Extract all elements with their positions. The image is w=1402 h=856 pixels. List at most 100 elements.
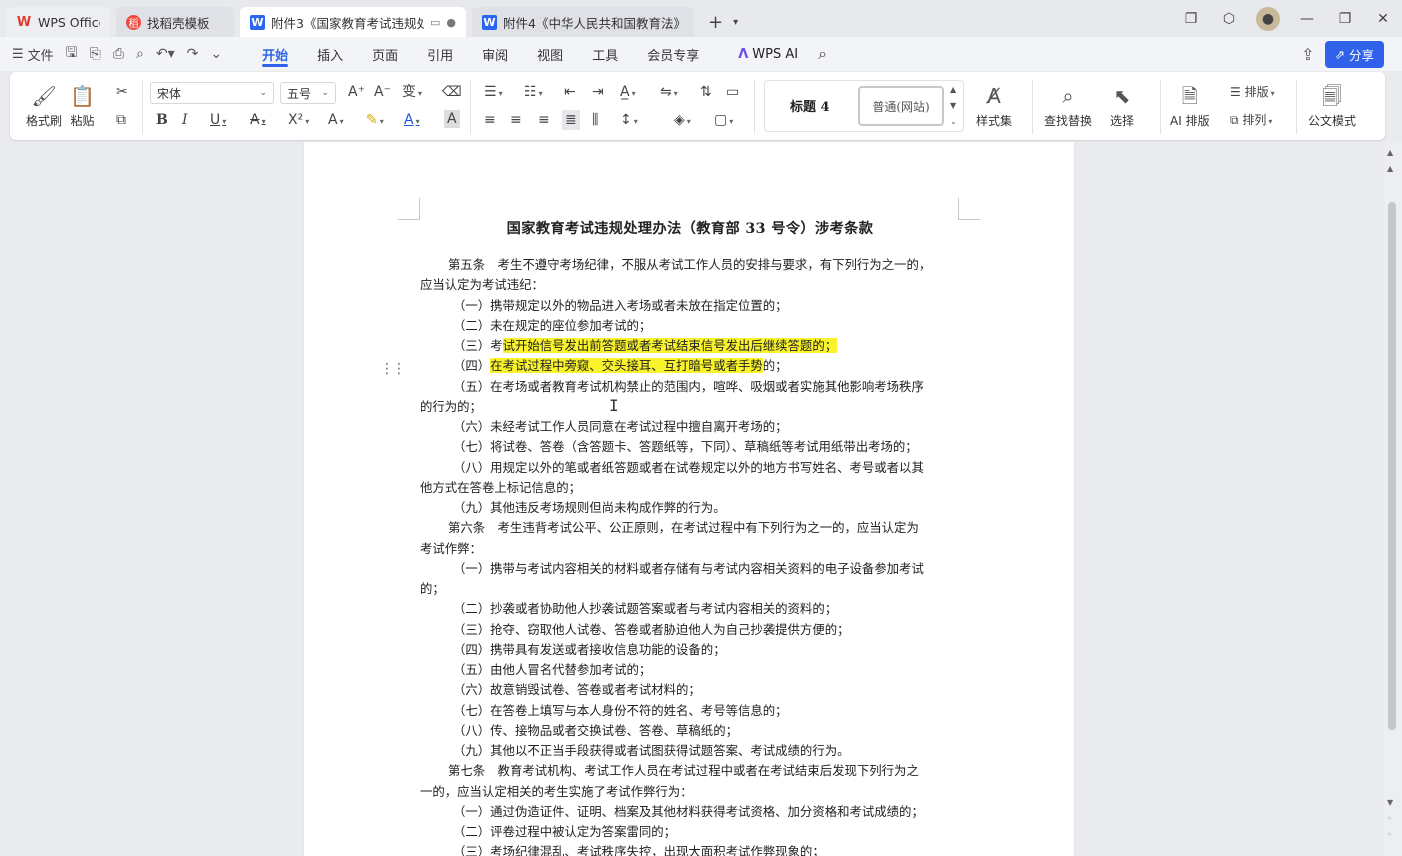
align-right-icon[interactable]: ≡ xyxy=(538,110,550,130)
highlight-icon[interactable]: ✎ ▾ xyxy=(366,110,384,130)
decrease-indent-icon[interactable]: ⇤ xyxy=(564,82,576,102)
arrange-button[interactable]: ⧉ 排列 ▾ xyxy=(1230,110,1272,130)
shrink-font-icon[interactable]: A⁻ xyxy=(374,82,391,102)
vertical-scrollbar[interactable]: ▲ ▲ ▼ ◦ ◦ xyxy=(1384,142,1402,856)
tab-home[interactable]: 开始 xyxy=(262,37,289,71)
tab-references[interactable]: 引用 xyxy=(427,37,453,71)
wps-logo-icon: W xyxy=(16,14,32,30)
format-painter-button[interactable]: 🖌 格式刷 xyxy=(26,84,62,129)
scrollbar-thumb[interactable] xyxy=(1388,202,1396,730)
text-direction-icon[interactable]: A̲ ▾ xyxy=(620,82,636,102)
superscript-icon[interactable]: X² ▾ xyxy=(288,110,309,130)
distribute-icon[interactable]: ⫼ xyxy=(592,110,598,130)
tab-page[interactable]: 页面 xyxy=(372,37,398,71)
new-tab-plus-icon[interactable]: + xyxy=(708,12,723,33)
bold-icon[interactable]: B xyxy=(156,110,168,130)
tab-doc-active[interactable]: W 附件3《国家教育考试违规处 ▭ ● xyxy=(240,7,466,37)
cut-icon[interactable]: ✂ xyxy=(116,82,128,102)
border-icon[interactable]: ▢ ▾ xyxy=(714,110,733,130)
strikethrough-icon[interactable]: A ▾ xyxy=(250,110,266,130)
document-body[interactable]: 国家教育考试违规处理办法（教育部 33 号令）涉考条款 第五条 考生不遵守考场纪… xyxy=(420,218,960,856)
copy-icon[interactable]: ⧉ xyxy=(116,110,126,130)
tab-review[interactable]: 审阅 xyxy=(482,37,508,71)
style-heading4[interactable]: 标题 4 xyxy=(790,96,830,115)
document-line: （一）通过伪造证件、证明、档案及其他材料获得考试资格、加分资格和考试成绩的； xyxy=(453,803,924,819)
page-prev-icon[interactable]: ◦ xyxy=(1387,814,1392,823)
redo-icon[interactable]: ↷ xyxy=(187,46,199,62)
official-doc-mode-button[interactable]: 🗐 公文模式 xyxy=(1308,84,1356,129)
wps-ai-button[interactable]: Λ WPS AI xyxy=(738,47,798,62)
phonetic-guide-icon[interactable]: 变 ▾ xyxy=(402,82,422,102)
shading-icon[interactable]: ◈ ▾ xyxy=(674,110,691,130)
tab-insert[interactable]: 插入 xyxy=(317,37,343,71)
save-icon[interactable]: 🖫 xyxy=(66,42,78,66)
avatar[interactable]: ● xyxy=(1256,6,1280,31)
share-button[interactable]: ⇗ 分享 xyxy=(1324,41,1384,68)
chevron-down-icon[interactable]: ⌄ xyxy=(210,46,222,62)
export-icon[interactable]: ⎘ xyxy=(90,46,101,62)
align-center-icon[interactable]: ≡ xyxy=(510,110,522,130)
font-size-select[interactable]: 五号 ⌄ xyxy=(280,82,336,104)
grow-font-icon[interactable]: A⁺ xyxy=(348,82,365,102)
line-break-icon[interactable]: ⇋ ▾ xyxy=(660,82,678,102)
document-page[interactable]: 国家教育考试违规处理办法（教育部 33 号令）涉考条款 第五条 考生不遵守考场纪… xyxy=(304,142,1074,856)
bullet-list-icon[interactable]: ☰ ▾ xyxy=(484,82,503,102)
search-icon[interactable]: ⌕ xyxy=(818,44,827,64)
chevron-down-icon: ⌄ xyxy=(259,88,267,98)
numbered-list-icon[interactable]: ☷ ▾ xyxy=(524,82,543,102)
align-left-icon[interactable]: ≡ xyxy=(484,110,496,130)
underline-icon[interactable]: U ▾ xyxy=(210,110,226,130)
document-line: 第五条 考生不遵守考场纪律，不服从考试工作人员的安排与要求，有下列行为之一的， xyxy=(448,257,932,272)
clear-format-icon[interactable]: ⌫ xyxy=(442,82,462,102)
document-line: （四）在考试过程中旁窥、交头接耳、互打暗号或者手势的； xyxy=(420,356,960,376)
sort-icon[interactable]: ⇅ xyxy=(700,82,712,102)
justify-icon[interactable]: ≣ xyxy=(562,110,580,130)
restore-icon[interactable]: ❐ xyxy=(1326,11,1364,27)
style-set-button[interactable]: A̸ 样式集 xyxy=(976,84,1012,129)
chevron-down-icon[interactable]: ▾ xyxy=(733,17,738,28)
style-set-icon: A̸ xyxy=(987,84,1001,108)
tab-tools[interactable]: 工具 xyxy=(592,37,618,71)
tab-template[interactable]: 稻 找稻壳模板 xyxy=(116,7,234,37)
select-label: 选择 xyxy=(1110,114,1135,128)
text-effect-icon[interactable]: A ▾ xyxy=(328,110,344,130)
file-menu[interactable]: ☰ 文件 xyxy=(12,45,54,64)
tab-doc-4[interactable]: W 附件4《中华人民共和国教育法》涉 xyxy=(472,7,694,37)
template-icon: 稻 xyxy=(126,14,141,30)
paste-button[interactable]: 📋 粘贴 xyxy=(70,84,95,129)
tab-view[interactable]: 视图 xyxy=(537,37,563,71)
undo-icon[interactable]: ↶▾ xyxy=(156,46,175,62)
scroll-up-icon[interactable]: ▲ xyxy=(1387,164,1393,173)
cube-icon[interactable]: ⬡ xyxy=(1210,11,1248,27)
print-preview-icon[interactable]: ⌕ xyxy=(136,46,144,62)
font-color-icon[interactable]: A ▾ xyxy=(404,110,420,130)
paragraph-drag-handle-icon[interactable]: ⋮⋮ xyxy=(380,362,406,376)
cloud-upload-icon[interactable]: ⇪ xyxy=(1301,45,1314,64)
layout-button[interactable]: ☰ 排版 ▾ xyxy=(1230,82,1275,102)
unsaved-dot-icon[interactable]: ● xyxy=(446,16,456,29)
chevron-down-icon[interactable]: ▼ xyxy=(950,98,957,114)
style-normal[interactable]: 普通(网站) xyxy=(858,86,944,126)
tab-wps-office[interactable]: W WPS Office xyxy=(6,7,110,37)
page-next-icon[interactable]: ◦ xyxy=(1387,830,1392,839)
expand-icon[interactable]: ⌄ xyxy=(950,114,957,130)
char-shading-icon[interactable]: A xyxy=(444,110,460,128)
increase-indent-icon[interactable]: ⇥ xyxy=(592,82,604,102)
scroll-down-icon[interactable]: ▼ xyxy=(1387,798,1393,807)
close-icon[interactable]: ✕ xyxy=(1364,11,1402,27)
font-name-select[interactable]: 宋体 ⌄ xyxy=(150,82,274,104)
ai-layout-button[interactable]: 🗎 AI 排版 xyxy=(1170,84,1210,129)
minimize-icon[interactable]: — xyxy=(1288,11,1326,27)
italic-icon[interactable]: I xyxy=(182,110,188,130)
chevron-up-icon[interactable]: ▲ xyxy=(950,82,957,98)
line-spacing-icon[interactable]: ↕ ▾ xyxy=(620,110,638,130)
window-layout-icon[interactable]: ❐ xyxy=(1172,11,1210,27)
document-line: （五）由他人冒名代替参加考试的； xyxy=(453,662,652,677)
print-icon[interactable]: ⎙ xyxy=(113,46,124,62)
scroll-up-icon[interactable]: ▲ xyxy=(1387,148,1393,157)
find-replace-button[interactable]: ⌕ 查找替换 xyxy=(1044,84,1092,129)
tab-member[interactable]: 会员专享 xyxy=(647,37,699,71)
select-button[interactable]: ⬉ 选择 xyxy=(1110,84,1134,129)
style-gallery-scroll[interactable]: ▲ ▼ ⌄ xyxy=(950,82,957,130)
show-marks-icon[interactable]: ▭ xyxy=(726,82,739,102)
